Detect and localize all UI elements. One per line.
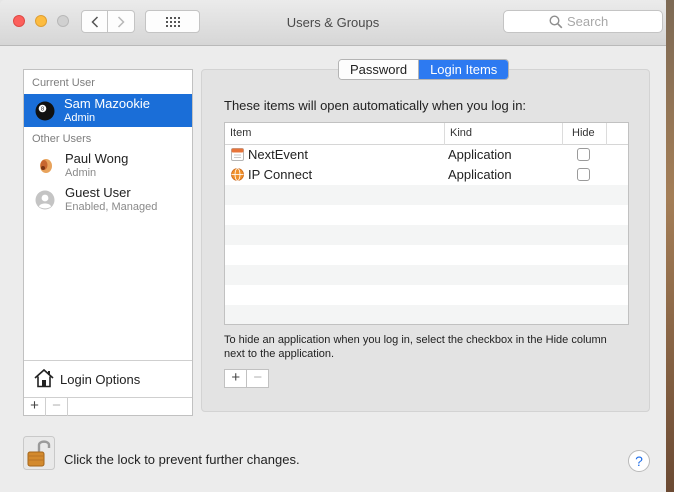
user-item-paul-wong[interactable]: Paul Wong Admin	[24, 149, 192, 182]
empty-row	[225, 285, 628, 305]
remove-login-item-button[interactable]: −	[246, 370, 268, 387]
hide-checkbox[interactable]	[577, 168, 590, 181]
user-list-sidebar: Current User 8 Sam Mazookie Admin Other …	[23, 69, 193, 416]
login-items-intro: These items will open automatically when…	[224, 98, 527, 113]
user-name: Guest User	[65, 185, 131, 200]
column-header-kind[interactable]: Kind	[444, 123, 562, 145]
login-items-table: NextEvent Application IP Connect Applica…	[224, 122, 629, 325]
table-header: Item Kind Hide	[225, 123, 628, 145]
unlocked-padlock-icon[interactable]	[23, 436, 55, 470]
lock-message: Click the lock to prevent further change…	[64, 452, 300, 467]
column-header-hide[interactable]: Hide	[562, 123, 606, 145]
empty-row	[225, 205, 628, 225]
desktop-wallpaper	[666, 0, 674, 492]
flower-icon	[36, 157, 54, 175]
house-icon	[34, 368, 54, 388]
empty-row	[225, 305, 628, 324]
user-item-guest-user[interactable]: Guest User Enabled, Managed	[24, 183, 192, 216]
search-field[interactable]	[503, 10, 663, 33]
user-role: Admin	[64, 112, 96, 124]
login-options-label: Login Options	[60, 372, 141, 387]
help-button[interactable]: ?	[628, 450, 650, 472]
item-kind: Application	[448, 147, 512, 162]
tab-bar: Password Login Items	[338, 59, 510, 80]
empty-row	[225, 265, 628, 285]
column-header-spacer	[606, 123, 628, 145]
user-list-controls: + −	[24, 397, 192, 416]
column-header-item[interactable]: Item	[225, 123, 444, 145]
user-name: Paul Wong	[65, 151, 129, 166]
empty-row	[225, 225, 628, 245]
svg-text:8: 8	[41, 107, 44, 113]
current-user-header: Current User	[32, 77, 95, 89]
tab-password[interactable]: Password	[339, 60, 420, 79]
login-items-controls: + −	[224, 369, 269, 388]
item-kind: Application	[448, 167, 512, 182]
table-row[interactable]: NextEvent Application	[225, 145, 628, 165]
add-user-button[interactable]: +	[24, 398, 46, 416]
search-input[interactable]	[567, 14, 617, 29]
title-bar: Users & Groups	[0, 0, 666, 46]
search-icon	[549, 14, 563, 28]
billiard-ball-icon: 8	[35, 101, 55, 121]
hide-checkbox[interactable]	[577, 148, 590, 161]
user-role: Admin	[65, 167, 97, 179]
login-options-item[interactable]: Login Options	[24, 360, 192, 397]
empty-row	[225, 185, 628, 205]
guest-avatar-icon	[35, 190, 55, 210]
other-users-header: Other Users	[32, 133, 92, 145]
user-name: Sam Mazookie	[64, 96, 150, 111]
calendar-icon	[231, 148, 244, 161]
table-row[interactable]: IP Connect Application	[225, 165, 628, 185]
user-item-sam-mazookie[interactable]: 8 Sam Mazookie Admin	[24, 94, 192, 127]
user-role: Enabled, Managed	[65, 201, 158, 213]
add-login-item-button[interactable]: +	[225, 370, 246, 387]
tab-login-items[interactable]: Login Items	[419, 60, 509, 79]
globe-icon	[231, 168, 244, 181]
item-name: NextEvent	[248, 147, 308, 162]
hide-hint-text: To hide an application when you log in, …	[224, 334, 607, 360]
empty-row	[225, 245, 628, 265]
item-name: IP Connect	[248, 167, 313, 182]
remove-user-button[interactable]: −	[46, 398, 68, 416]
users-groups-window: Users & Groups Current User 8 Sam Mazook…	[0, 0, 666, 492]
